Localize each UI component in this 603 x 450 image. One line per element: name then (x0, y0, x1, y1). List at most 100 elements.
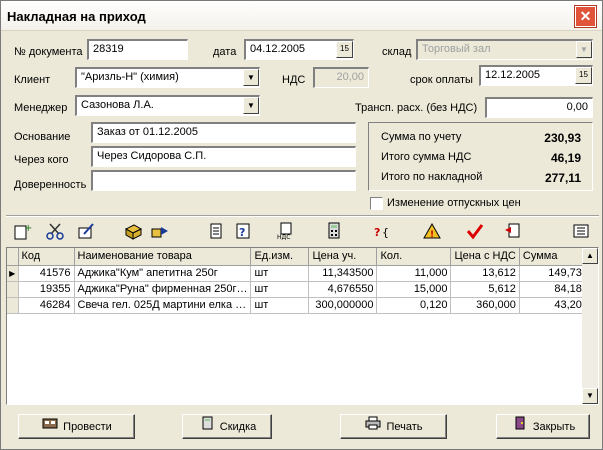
summary-total-label: Итого по накладной (381, 171, 483, 183)
cell-unit[interactable]: шт (250, 281, 310, 298)
due-date-field[interactable]: 12.12.2005 15 (479, 65, 593, 86)
manager-value: Сазонова Л.А. (81, 99, 154, 111)
cell-code[interactable]: 41576 (18, 265, 75, 282)
table-row[interactable]: 19355 Аджика"Руна" фирменная 250г… шт 4,… (7, 281, 586, 298)
transport-field[interactable]: 0,00 (485, 97, 593, 118)
basis-field[interactable]: Заказ от 01.12.2005 (91, 122, 356, 143)
find-icon[interactable]: ?{ (371, 222, 393, 242)
calendar-icon[interactable]: 15 (575, 67, 592, 84)
column-header[interactable]: Цена с НДС (450, 248, 520, 266)
check-icon[interactable] (464, 222, 486, 242)
doc-number-field[interactable]: 28319 (87, 39, 188, 60)
cell-cost[interactable]: 11,343500 (308, 265, 378, 282)
price-change-checkbox[interactable] (370, 197, 383, 210)
close-button-label: Закрыть (532, 421, 576, 433)
cell-price-vat[interactable]: 5,612 (450, 281, 520, 298)
cell-name[interactable]: Свеча гел. 025Д мартини елка … (74, 297, 252, 314)
summary-accounting-row: Сумма по учету 230,93 (381, 131, 581, 145)
cut-icon[interactable] (44, 222, 66, 242)
items-grid[interactable]: Код Наименование товара Ед.изм. Цена уч.… (6, 247, 599, 405)
printer-icon (364, 415, 382, 438)
report-icon[interactable]: ? (232, 222, 254, 242)
cell-price-vat[interactable]: 13,612 (450, 265, 520, 282)
table-row[interactable]: ▶ 41576 Аджика"Кум" апетитна 250г шт 11,… (7, 265, 586, 282)
column-header[interactable]: Ед.изм. (250, 248, 310, 266)
post-button[interactable]: Провести (18, 414, 135, 439)
cell-unit[interactable]: шт (250, 265, 310, 282)
cell-qty[interactable]: 0,120 (376, 297, 452, 314)
cell-price-vat[interactable]: 360,000 (450, 297, 520, 314)
cell-sum[interactable]: 149,73 (519, 265, 586, 282)
table-row[interactable]: 46284 Свеча гел. 025Д мартини елка … шт … (7, 297, 586, 314)
summary-panel: Сумма по учету 230,93 Итого сумма НДС 46… (368, 122, 593, 191)
edit-icon[interactable] (75, 222, 97, 242)
summary-accounting-label: Сумма по учету (381, 131, 462, 143)
cell-unit[interactable]: шт (250, 297, 310, 314)
column-header[interactable]: Наименование товара (74, 248, 252, 266)
box-icon[interactable] (122, 222, 144, 242)
manager-select[interactable]: Сазонова Л.А. ▼ (75, 95, 260, 116)
svg-text:+: + (24, 223, 32, 234)
print-button-label: Печать (386, 421, 423, 433)
cell-sum[interactable]: 84,18 (519, 281, 586, 298)
grid-header-row: Код Наименование товара Ед.изм. Цена уч.… (7, 248, 586, 266)
warehouse-select[interactable]: Торговый зал ▼ (416, 39, 593, 60)
date-field[interactable]: 04.12.2005 15 (244, 39, 354, 60)
summary-vat-value: 46,19 (550, 151, 581, 165)
discount-button[interactable]: Скидка (182, 414, 272, 439)
cell-cost[interactable]: 300,000000 (308, 297, 378, 314)
manager-label: Менеджер (14, 102, 68, 114)
cell-cost[interactable]: 4,676550 (308, 281, 378, 298)
import-icon[interactable] (502, 222, 524, 242)
close-button[interactable]: Закрыть (496, 414, 590, 439)
summary-total-row: Итого по накладной 277,11 (381, 171, 581, 185)
post-icon (41, 415, 59, 438)
row-indicator (7, 297, 19, 314)
due-date-value: 12.12.2005 (485, 69, 541, 81)
calendar-icon[interactable]: 15 (336, 41, 353, 58)
vat-label: НДС (282, 74, 306, 86)
client-value: "Аризль-Н" (химия) (81, 71, 179, 83)
column-header[interactable]: Кол. (376, 248, 452, 266)
vertical-scrollbar[interactable]: ▲ ▼ (582, 248, 598, 404)
proxy-field[interactable] (91, 170, 356, 191)
calculator-icon (198, 415, 216, 438)
svg-text:НДС: НДС (277, 234, 290, 240)
add-icon[interactable]: + (11, 222, 33, 242)
toolbar-divider (6, 215, 599, 217)
close-icon[interactable]: ✕ (574, 5, 597, 28)
transfer-icon[interactable] (149, 222, 171, 242)
row-indicator-header (7, 248, 19, 266)
print-button[interactable]: Печать (340, 414, 447, 439)
cell-qty[interactable]: 15,000 (376, 281, 452, 298)
calculator-icon[interactable] (323, 222, 345, 242)
cell-code[interactable]: 46284 (18, 297, 75, 314)
cell-name[interactable]: Аджика"Руна" фирменная 250г… (74, 281, 252, 298)
scroll-up-icon[interactable]: ▲ (582, 248, 598, 264)
via-label: Через кого (14, 154, 69, 166)
chevron-down-icon[interactable]: ▼ (243, 69, 259, 86)
summary-total-value: 277,11 (544, 171, 581, 185)
svg-text:?: ? (374, 226, 380, 239)
vat-field[interactable]: 20,00 (313, 67, 369, 88)
warning-icon[interactable]: ! (421, 222, 443, 242)
title-bar: Накладная на приход ✕ (1, 1, 602, 31)
client-select[interactable]: "Аризль-Н" (химия) ▼ (75, 67, 260, 88)
price-change-label: Изменение отпускных цен (387, 197, 521, 209)
cell-sum[interactable]: 43,20 (519, 297, 586, 314)
window-title: Накладная на приход (7, 9, 146, 24)
column-header[interactable]: Цена уч. (308, 248, 378, 266)
vat-doc-icon[interactable]: НДС (275, 222, 297, 242)
document-icon[interactable] (205, 222, 227, 242)
chevron-down-icon[interactable]: ▼ (243, 97, 259, 114)
column-header[interactable]: Код (18, 248, 75, 266)
cell-code[interactable]: 19355 (18, 281, 75, 298)
scroll-down-icon[interactable]: ▼ (582, 388, 598, 404)
row-indicator (7, 281, 19, 298)
via-field[interactable]: Через Сидорова С.П. (91, 146, 356, 167)
column-header[interactable]: Сумма (519, 248, 586, 266)
cell-qty[interactable]: 11,000 (376, 265, 452, 282)
chevron-down-icon[interactable]: ▼ (576, 41, 592, 58)
list-icon[interactable] (570, 222, 592, 242)
cell-name[interactable]: Аджика"Кум" апетитна 250г (74, 265, 252, 282)
